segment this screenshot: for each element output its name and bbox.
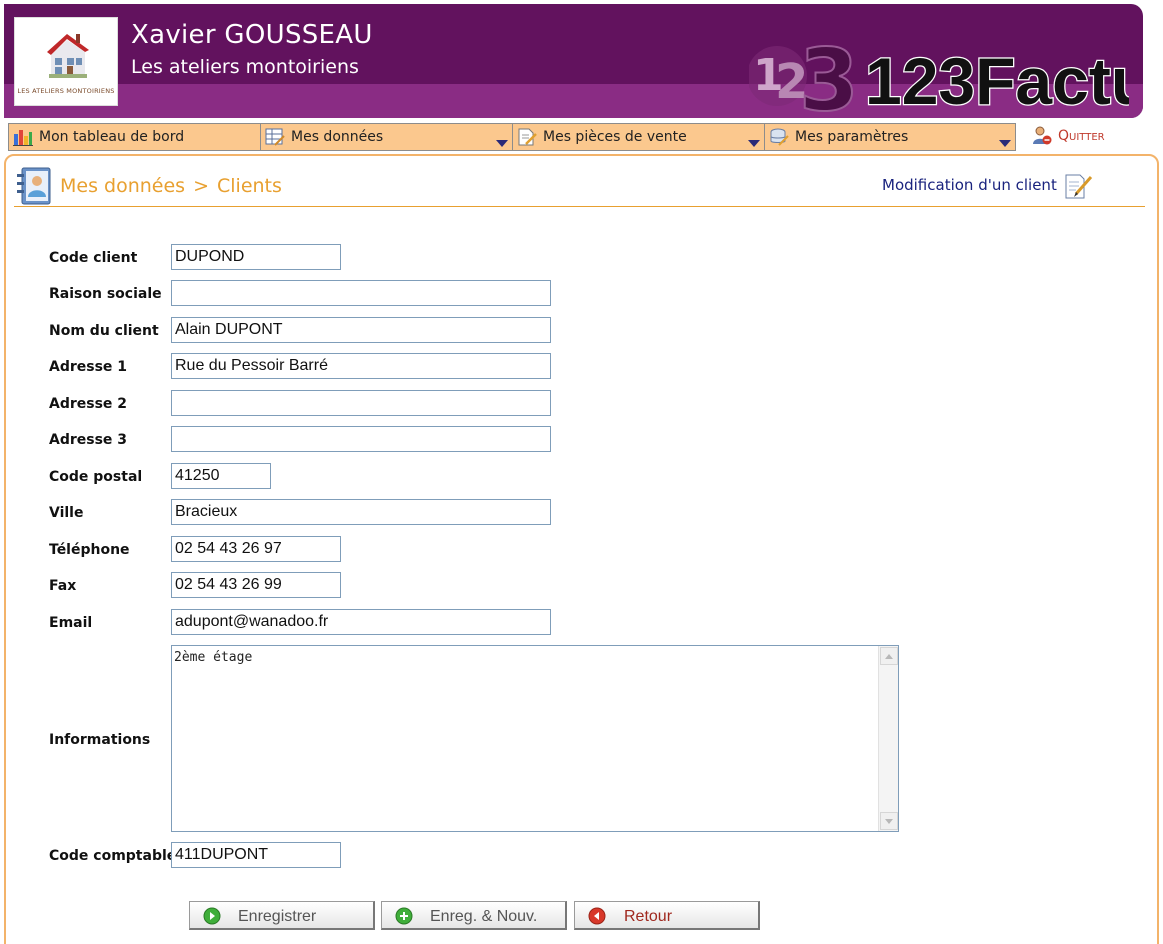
code-client-input[interactable] bbox=[171, 244, 341, 270]
save-new-button[interactable]: Enreg. & Nouv. bbox=[381, 901, 567, 930]
chevron-down-icon bbox=[885, 818, 893, 824]
database-icon bbox=[770, 128, 789, 146]
chevron-up-icon bbox=[885, 653, 893, 659]
menu-item-mes-donnees[interactable]: Mes données bbox=[260, 123, 512, 151]
nom-client-label: Nom du client bbox=[49, 323, 159, 339]
scrollbar[interactable] bbox=[878, 646, 898, 831]
green-arrow-icon bbox=[203, 907, 221, 925]
chevron-down-icon[interactable] bbox=[999, 140, 1011, 147]
main-menu: Mon tableau de bord Mes données Mes pièc… bbox=[8, 123, 1016, 151]
page-mode-title: Modification d'un client bbox=[882, 176, 1057, 194]
save-button-label: Enregistrer bbox=[238, 908, 317, 925]
breadcrumb-page: Clients bbox=[217, 175, 282, 197]
raison-sociale-input[interactable] bbox=[171, 280, 551, 306]
fax-label: Fax bbox=[49, 578, 77, 594]
brand-logo: 1 2 3 123Facture bbox=[749, 30, 1129, 116]
address-book-icon bbox=[17, 167, 51, 205]
menu-label: Mes pièces de vente bbox=[543, 129, 687, 145]
company-logo: LES ATELIERS MONTOIRIENS bbox=[14, 17, 118, 106]
ville-label: Ville bbox=[49, 505, 84, 521]
email-label: Email bbox=[49, 615, 93, 631]
owner-name: Xavier GOUSSEAU bbox=[131, 20, 373, 50]
code-comptable-input[interactable] bbox=[171, 842, 341, 868]
house-logo-icon bbox=[47, 34, 89, 78]
adresse1-input[interactable] bbox=[171, 353, 551, 379]
chevron-down-icon[interactable] bbox=[496, 140, 508, 147]
ville-input[interactable] bbox=[171, 499, 551, 525]
code-comptable-label: Code comptable bbox=[49, 848, 177, 864]
header-banner: LES ATELIERS MONTOIRIENS Xavier GOUSSEAU… bbox=[4, 4, 1143, 118]
svg-text:3: 3 bbox=[799, 31, 859, 116]
menu-item-tableau-de-bord[interactable]: Mon tableau de bord bbox=[8, 123, 260, 151]
chevron-down-icon[interactable] bbox=[748, 140, 760, 147]
document-edit-icon bbox=[518, 128, 537, 146]
green-plus-icon bbox=[395, 907, 413, 925]
back-button-label: Retour bbox=[624, 908, 673, 925]
menu-item-parametres[interactable]: Mes paramètres bbox=[764, 123, 1016, 151]
menu-item-pieces-de-vente[interactable]: Mes pièces de vente bbox=[512, 123, 764, 151]
logo-caption: LES ATELIERS MONTOIRIENS bbox=[17, 87, 115, 95]
menu-label: Mon tableau de bord bbox=[39, 129, 185, 145]
adresse2-label: Adresse 2 bbox=[49, 396, 128, 412]
breadcrumb-separator: > bbox=[193, 175, 209, 197]
raison-sociale-label: Raison sociale bbox=[49, 286, 162, 302]
code-postal-label: Code postal bbox=[49, 469, 143, 485]
breadcrumb-text: Mes données > Clients bbox=[60, 175, 282, 197]
adresse3-label: Adresse 3 bbox=[49, 432, 128, 448]
adresse2-input[interactable] bbox=[171, 390, 551, 416]
back-button[interactable]: Retour bbox=[574, 901, 760, 930]
breadcrumb-section[interactable]: Mes données bbox=[60, 175, 185, 197]
red-back-arrow-icon bbox=[588, 907, 606, 925]
table-edit-icon bbox=[265, 128, 285, 146]
chart-icon bbox=[13, 130, 33, 146]
fax-input[interactable] bbox=[171, 572, 341, 598]
company-name: Les ateliers montoiriens bbox=[131, 56, 359, 78]
quit-label: Quitter bbox=[1058, 128, 1105, 144]
informations-label: Informations bbox=[49, 732, 151, 748]
nom-client-input[interactable] bbox=[171, 317, 551, 343]
brand-text: 123Facture bbox=[865, 44, 1129, 116]
telephone-input[interactable] bbox=[171, 536, 341, 562]
menu-label: Mes données bbox=[291, 129, 384, 145]
adresse1-label: Adresse 1 bbox=[49, 359, 128, 375]
edit-document-icon bbox=[1065, 174, 1093, 199]
informations-box: 2ème étage bbox=[171, 645, 899, 832]
breadcrumb: Mes données > Clients bbox=[14, 166, 282, 206]
telephone-label: Téléphone bbox=[49, 542, 130, 558]
menu-label: Mes paramètres bbox=[795, 129, 909, 145]
save-button[interactable]: Enregistrer bbox=[189, 901, 375, 930]
user-logout-icon bbox=[1033, 126, 1052, 145]
adresse3-input[interactable] bbox=[171, 426, 551, 452]
informations-textarea[interactable]: 2ème étage bbox=[172, 646, 878, 831]
quit-button[interactable]: Quitter bbox=[1032, 126, 1105, 146]
email-input[interactable] bbox=[171, 609, 551, 635]
scroll-down-button[interactable] bbox=[880, 812, 898, 830]
scroll-up-button[interactable] bbox=[880, 647, 898, 665]
save-new-button-label: Enreg. & Nouv. bbox=[430, 908, 538, 925]
title-divider bbox=[14, 206, 1145, 207]
code-postal-input[interactable] bbox=[171, 463, 271, 489]
code-client-label: Code client bbox=[49, 250, 138, 266]
